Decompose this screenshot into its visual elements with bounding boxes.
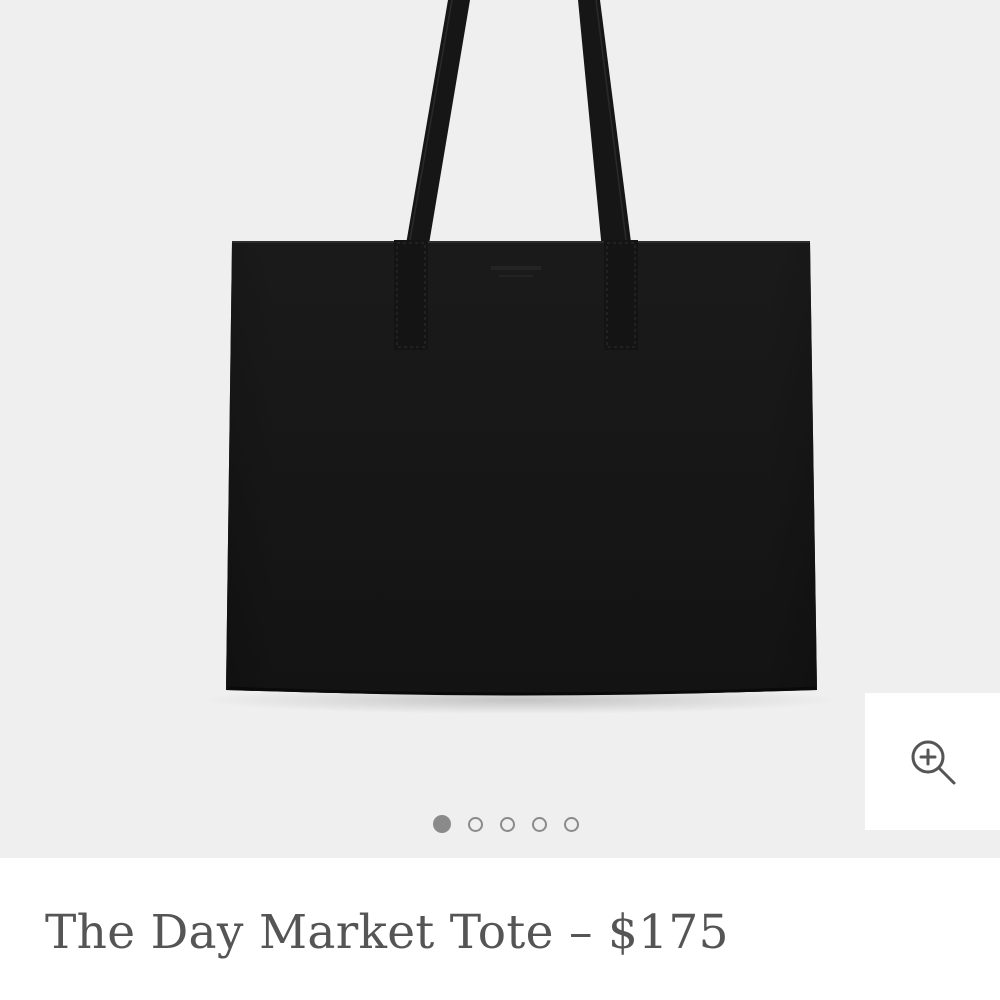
carousel-indicators xyxy=(433,813,579,835)
carousel-dot-1[interactable] xyxy=(433,815,451,833)
product-image xyxy=(200,0,840,714)
carousel-dot-2[interactable] xyxy=(468,816,483,832)
zoom-button[interactable] xyxy=(865,693,1000,830)
carousel-dot-5[interactable] xyxy=(564,816,579,832)
product-title-row: The Day Market Tote – $175 xyxy=(45,895,975,970)
product-page: The Day Market Tote – $175 xyxy=(0,0,1000,1000)
zoom-in-icon xyxy=(911,740,955,784)
carousel-dot-4[interactable] xyxy=(532,816,547,832)
product-title: The Day Market Tote – $175 xyxy=(45,905,729,960)
product-image-gallery[interactable] xyxy=(0,0,1000,858)
carousel-dot-3[interactable] xyxy=(500,816,515,832)
